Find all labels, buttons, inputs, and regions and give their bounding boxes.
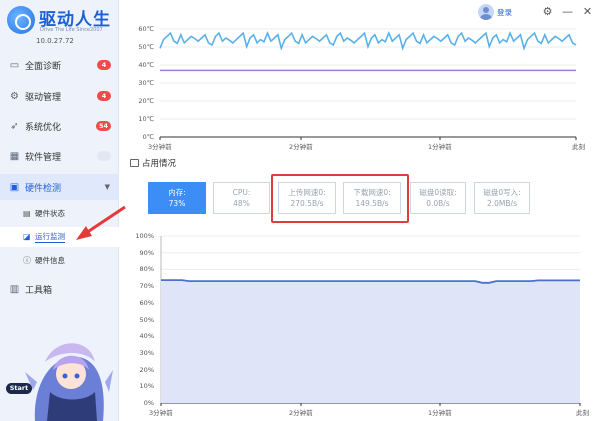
y-tick-label: 30℃ <box>138 79 154 87</box>
y-tick-label: 90% <box>139 248 154 257</box>
y-tick-label: 20℃ <box>138 97 154 105</box>
x-tick-label: 此刻 <box>572 143 585 151</box>
y-tick-label: 40℃ <box>138 61 154 69</box>
y-tick-label: 20% <box>139 365 154 374</box>
usage-chart <box>160 235 581 406</box>
y-tick-label: 0% <box>143 399 154 407</box>
x-tick-label: 1分钟前 <box>428 409 452 417</box>
y-tick-label: 60℃ <box>138 25 154 33</box>
y-tick-label: 80% <box>139 265 154 274</box>
y-tick-label: 70% <box>139 282 154 291</box>
y-tick-label: 50% <box>139 315 154 324</box>
y-tick-label: 60% <box>139 298 154 307</box>
y-tick-label: 30% <box>139 348 154 357</box>
y-tick-label: 0℃ <box>142 133 154 141</box>
y-tick-label: 10% <box>139 382 154 391</box>
x-tick-label: 2分钟前 <box>289 409 313 417</box>
y-tick-label: 100% <box>135 232 154 240</box>
y-tick-label: 40% <box>139 332 154 341</box>
y-tick-label: 50℃ <box>138 43 154 51</box>
x-tick-label: 3分钟前 <box>149 409 173 417</box>
y-tick-label: 10℃ <box>138 115 154 123</box>
x-tick-label: 1分钟前 <box>428 143 452 151</box>
x-tick-label: 2分钟前 <box>289 143 313 151</box>
memory-area <box>161 280 580 403</box>
x-tick-label: 此刻 <box>576 409 589 417</box>
x-tick-label: 3分钟前 <box>148 143 172 151</box>
